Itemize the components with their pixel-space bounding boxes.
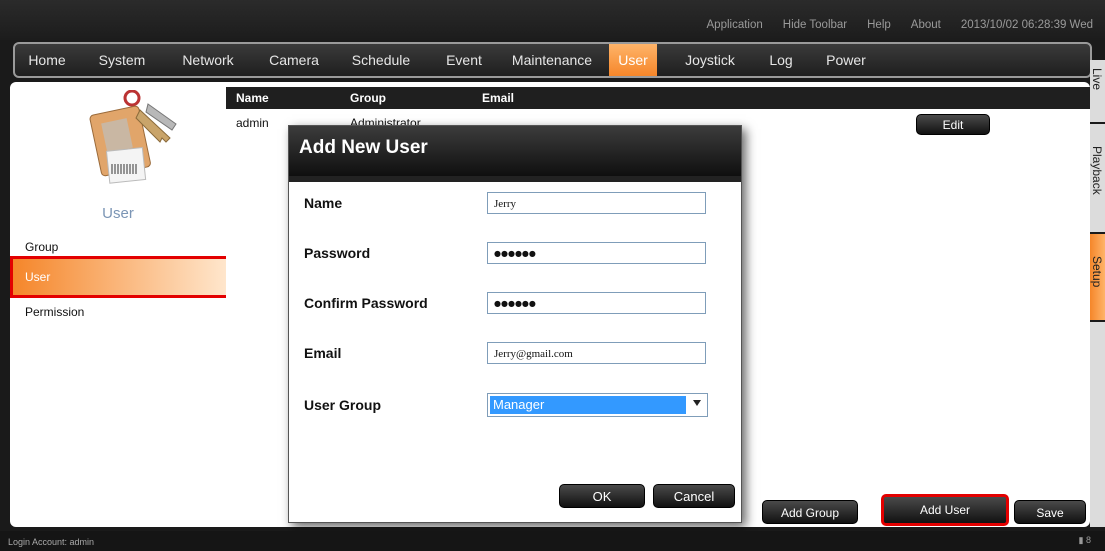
user-group-select[interactable]: Manager — [487, 393, 708, 417]
password-input[interactable]: ●●●●●● — [487, 242, 706, 264]
ok-button[interactable]: OK — [559, 484, 645, 508]
menu-home[interactable]: Home — [21, 44, 73, 76]
password-label: Password — [304, 245, 371, 261]
email-input[interactable]: Jerry@gmail.com — [487, 342, 706, 364]
menu-event[interactable]: Event — [439, 44, 489, 76]
save-button[interactable]: Save — [1014, 500, 1086, 524]
side-tab-blank — [1090, 322, 1105, 527]
status-count: 8 — [1085, 535, 1091, 545]
menu-log[interactable]: Log — [761, 44, 801, 76]
user-keys-icon — [89, 90, 177, 184]
toolbar-about[interactable]: About — [911, 19, 941, 31]
menu-user[interactable]: User — [609, 44, 657, 76]
status-indicator: ▮ 8 — [1079, 535, 1091, 546]
user-group-label: User Group — [304, 397, 382, 413]
toolbar-application[interactable]: Application — [707, 19, 763, 31]
top-toolbar: Application Hide Toolbar Help About 2013… — [0, 0, 1105, 40]
menu-system[interactable]: System — [91, 44, 153, 76]
section-title: User — [102, 205, 134, 222]
col-email: Email — [482, 91, 515, 105]
nav-permission[interactable]: Permission — [10, 297, 226, 327]
menu-power[interactable]: Power — [817, 44, 875, 76]
col-group: Group — [350, 91, 386, 105]
add-user-button[interactable]: Add User — [881, 494, 1009, 526]
side-tab-setup[interactable]: Setup — [1090, 234, 1105, 320]
main-menu: Home System Network Camera Schedule Even… — [13, 42, 1092, 78]
add-group-button[interactable]: Add Group — [762, 500, 858, 524]
toolbar-help[interactable]: Help — [867, 19, 891, 31]
dialog-title: Add New User — [289, 126, 741, 182]
add-user-dialog: Add New User Name Jerry Password ●●●●●● … — [288, 125, 742, 523]
side-tab-playback[interactable]: Playback — [1090, 124, 1105, 232]
confirm-password-input[interactable]: ●●●●●● — [487, 292, 706, 314]
login-account: Login Account: admin — [8, 537, 95, 547]
menu-network[interactable]: Network — [175, 44, 241, 76]
status-bar: Login Account: admin ▮ 8 — [0, 531, 1105, 551]
side-tab-live[interactable]: Live — [1090, 60, 1105, 122]
name-input[interactable]: Jerry — [487, 192, 706, 214]
menu-joystick[interactable]: Joystick — [675, 44, 745, 76]
confirm-password-label: Confirm Password — [304, 295, 428, 311]
user-group-value: Manager — [490, 396, 686, 414]
menu-schedule[interactable]: Schedule — [345, 44, 417, 76]
table-header: Name Group Email — [226, 87, 1090, 109]
col-name: Name — [236, 91, 269, 105]
left-panel: User Group Permission — [10, 82, 226, 527]
toolbar-hide-toolbar[interactable]: Hide Toolbar — [783, 19, 847, 31]
row-name: admin — [236, 116, 269, 130]
edit-button[interactable]: Edit — [916, 114, 990, 135]
menu-maintenance[interactable]: Maintenance — [507, 44, 597, 76]
menu-camera[interactable]: Camera — [263, 44, 325, 76]
nav-user[interactable]: User — [10, 256, 229, 298]
chevron-down-icon[interactable] — [693, 400, 701, 406]
datetime: 2013/10/02 06:28:39 Wed — [960, 19, 1093, 31]
cancel-button[interactable]: Cancel — [653, 484, 735, 508]
toolbar-links: Application Hide Toolbar Help About 2013… — [687, 19, 1094, 31]
name-label: Name — [304, 195, 343, 211]
email-label: Email — [304, 345, 342, 361]
speaker-icon: ▮ — [1078, 535, 1084, 545]
